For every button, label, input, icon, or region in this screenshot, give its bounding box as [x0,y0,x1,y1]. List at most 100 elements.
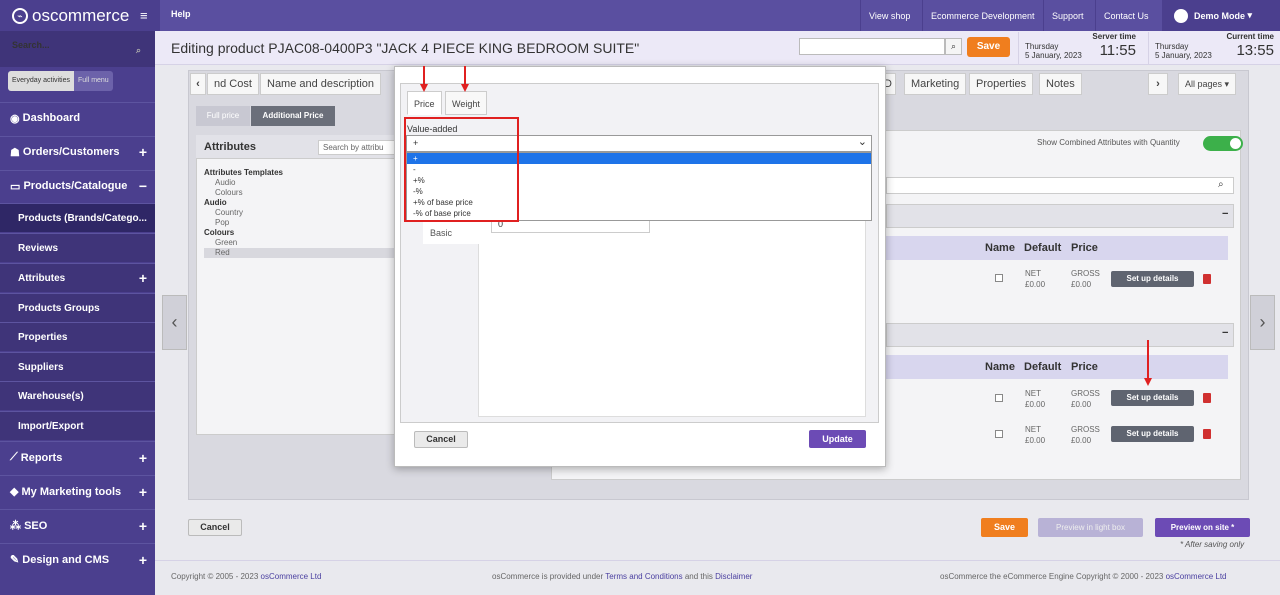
annotation-arrowhead [420,84,428,92]
attribute-tree-item[interactable]: Country [204,208,394,218]
net-value: £0.00 [1025,280,1046,289]
sidebar-item-seo[interactable]: ⁂ SEO + [0,509,155,541]
delete-icon[interactable] [1203,274,1211,284]
plus-icon: + [138,449,147,466]
users-icon: ☗ [10,146,23,159]
sidebar-search-input[interactable]: Search... ⌕ [0,31,155,67]
help-link[interactable]: Help [171,9,191,19]
view-shop-link[interactable]: View shop [860,0,918,31]
delete-icon[interactable] [1203,393,1211,403]
attribute-tree-item[interactable]: Audio [204,178,394,188]
sidebar-sub-properties[interactable]: Properties [0,322,155,351]
all-pages-label: All pages [1185,79,1223,89]
attribute-tree-item[interactable]: Colours [204,188,394,198]
full-price-toggle[interactable]: Full price [196,106,250,126]
net-price: NET £0.00 [1025,424,1045,446]
collapse-icon[interactable]: − [1222,327,1228,339]
tab-weight[interactable]: Weight [445,91,487,115]
sidebar-sub-reviews[interactable]: Reviews [0,233,155,262]
folder-icon: ▭ [10,180,24,193]
header-save-button[interactable]: Save [967,37,1010,57]
combined-toggle[interactable] [1203,136,1243,151]
tab-name-description[interactable]: Name and description [260,73,382,95]
attribute-search-input[interactable] [886,177,1234,194]
disclaimer-link[interactable]: Disclaimer [715,572,752,581]
tabs-next-icon[interactable]: › [1148,73,1168,95]
menu-toggle-icon[interactable]: ≡ [140,8,148,23]
sidebar-search-placeholder: Search... [12,40,50,50]
gross-price: GROSS £0.00 [1071,388,1100,410]
sidebar-sub-suppliers[interactable]: Suppliers [0,352,155,381]
tab-everyday-activities[interactable]: Everyday activities [8,71,74,91]
sidebar-item-dashboard[interactable]: ◉ Dashboard [0,102,155,133]
sidebar-sub-warehouses[interactable]: Warehouse(s) [0,381,155,410]
attribute-tree-item[interactable]: Pop [204,218,394,228]
support-link[interactable]: Support [1043,0,1092,31]
sidebar-item-orders-customers[interactable]: ☗ Orders/Customers + [0,136,155,167]
modal-cancel-button[interactable]: Cancel [414,431,468,448]
preview-lightbox-button[interactable]: Preview in light box [1038,518,1143,537]
gross-value: £0.00 [1071,400,1092,409]
search-icon[interactable]: ⌕ [1218,179,1224,190]
default-checkbox[interactable] [995,430,1003,438]
attribute-tree-item[interactable]: Red [204,248,394,258]
sidebar-sub-products[interactable]: Products (Brands/Catego... [0,203,155,232]
logo[interactable]: ⌁ oscommerce [0,0,160,31]
current-time-label: Current time [1226,32,1274,41]
sidebar-sub-products-groups[interactable]: Products Groups [0,293,155,322]
tab-price[interactable]: Price [407,91,442,115]
default-checkbox[interactable] [995,274,1003,282]
set-up-details-button[interactable]: Set up details [1111,390,1194,406]
preview-site-button[interactable]: Preview on site * [1155,518,1250,537]
current-time: Current time Thursday 5 January, 2023 13… [1148,32,1280,64]
attributes-search-input[interactable]: Search by attribu [318,140,396,155]
sidebar-item-design-cms[interactable]: ✎ Design and CMS + [0,543,155,575]
set-up-details-button[interactable]: Set up details [1111,426,1194,442]
group-header [886,323,1234,347]
next-product-arrow-icon[interactable]: › [1250,295,1275,350]
footer-engine: osCommerce the eCommerce Engine Copyrigh… [940,572,1227,581]
header-search-input[interactable] [799,38,945,55]
search-icon[interactable]: ⌕ [945,38,962,55]
tab-marketing[interactable]: Marketing [904,73,967,95]
annotation-arrow [1147,340,1149,380]
tab-full-menu[interactable]: Full menu [73,71,113,91]
sidebar-item-marketing[interactable]: ◆ My Marketing tools + [0,475,155,507]
default-checkbox[interactable] [995,394,1003,402]
search-icon: ⌕ [135,45,141,55]
contact-us-link[interactable]: Contact Us [1095,0,1157,31]
attribute-tree-item[interactable]: Attributes Templates [204,168,394,178]
additional-price-toggle[interactable]: Additional Price [251,106,335,126]
tab-properties[interactable]: Properties [969,73,1034,95]
sidebar-tabs: Everyday activities Full menu [8,71,145,93]
terms-link[interactable]: Terms and Conditions [605,572,682,581]
ecommerce-development-link[interactable]: Ecommerce Development [922,0,1043,31]
attribute-tree-item[interactable]: Green [204,238,394,248]
cancel-button[interactable]: Cancel [188,519,242,536]
tabs-prev-icon[interactable]: ‹ [190,73,206,95]
group-header [886,204,1234,228]
net-price: NET £0.00 [1025,388,1045,410]
attribute-tree-item[interactable]: Colours [204,228,394,238]
copyright-link[interactable]: osCommerce Ltd [261,572,322,581]
collapse-icon[interactable]: − [1222,208,1228,220]
delete-icon[interactable] [1203,429,1211,439]
modal-update-button[interactable]: Update [809,430,866,448]
user-menu[interactable]: Demo Mode ▾ [1162,0,1280,31]
attribute-tree-item[interactable]: Audio [204,198,394,208]
current-clock: 13:55 [1236,42,1274,59]
all-pages-dropdown[interactable]: All pages ▾ [1178,73,1237,95]
set-up-details-button[interactable]: Set up details [1111,271,1194,287]
sidebar-item-products-catalogue[interactable]: ▭ Products/Catalogue − [0,170,155,201]
sidebar-sub-import-export[interactable]: Import/Export [0,411,155,440]
basic-group-tab[interactable]: Basic [423,222,479,244]
tab-notes[interactable]: Notes [1039,73,1082,95]
engine-link[interactable]: osCommerce Ltd [1166,572,1227,581]
tab-cost[interactable]: nd Cost [207,73,259,95]
col-name: Name [985,242,1015,254]
oscommerce-logo-icon: ⌁ [12,7,28,24]
save-button[interactable]: Save [981,518,1028,537]
sidebar-item-reports[interactable]: ⟋ Reports + [0,441,155,473]
sidebar-sub-attributes[interactable]: Attributes + [0,263,155,292]
prev-product-arrow-icon[interactable]: ‹ [162,295,187,350]
